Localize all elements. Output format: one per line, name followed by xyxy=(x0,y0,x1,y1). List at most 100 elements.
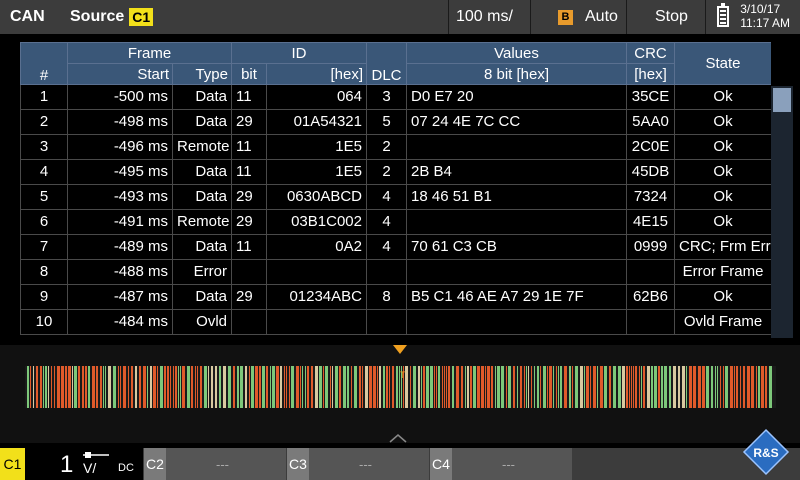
cell-dlc: 2 xyxy=(366,134,407,160)
chevron-up-icon[interactable] xyxy=(388,432,408,444)
waveform-bit xyxy=(219,366,221,408)
waveform-bit xyxy=(339,366,341,408)
table-row[interactable]: 4 -495 ms Data 11 1E5 2 2B B4 45DB Ok xyxy=(20,159,771,185)
waveform-bit xyxy=(497,366,500,408)
waveform-bit xyxy=(325,366,328,408)
waveform-bit xyxy=(302,366,303,408)
col-group-crc: CRC xyxy=(626,42,675,64)
table-scrollbar[interactable] xyxy=(771,86,793,338)
waveform-bit xyxy=(51,366,52,408)
table-row[interactable]: 10 -484 ms Ovld Ovld Frame xyxy=(20,309,771,335)
table-row[interactable]: 5 -493 ms Data 29 0630ABCD 4 18 46 51 B1 7324 Ok xyxy=(20,184,771,210)
col-header-crc-sub: [hex] xyxy=(626,63,675,85)
cell-values: 70 61 C3 CB xyxy=(406,234,627,260)
cell-type: Data xyxy=(172,84,232,110)
waveform-bit xyxy=(743,366,745,408)
cell-hex xyxy=(266,309,367,335)
waveform-bit xyxy=(487,366,490,408)
cell-num: 3 xyxy=(20,134,68,160)
waveform-bit xyxy=(495,366,496,408)
waveform-bit xyxy=(664,366,667,408)
waveform-bit xyxy=(180,366,181,408)
battery-icon xyxy=(717,3,729,27)
table-row[interactable]: 6 -491 ms Remote 29 03B1C002 4 4E15 Ok xyxy=(20,209,771,235)
waveform-bit xyxy=(769,366,772,408)
cell-type: Remote xyxy=(172,209,232,235)
table-row[interactable]: 2 -498 ms Data 29 01A54321 5 07 24 4E 7C CC 5AA… xyxy=(20,109,771,135)
col-header-bit: bit xyxy=(231,63,267,85)
trigger-mode-display[interactable]: B Auto xyxy=(558,0,618,34)
waveform-bit xyxy=(730,366,733,408)
cell-start: -498 ms xyxy=(67,109,173,135)
waveform-bit xyxy=(725,366,728,408)
waveform-bit xyxy=(296,366,299,408)
table-row[interactable]: 3 -496 ms Remote 11 1E5 2 2C0E Ok xyxy=(20,134,771,160)
channel-c4-tab[interactable]: C4 xyxy=(430,448,452,480)
decode-table: # Frame ID DLC Values CRC State Start Ty… xyxy=(20,42,771,335)
waveform-bit xyxy=(68,366,71,408)
channel-c3-settings[interactable]: --- xyxy=(309,448,429,480)
cell-crc: 7324 xyxy=(626,184,675,210)
channel-c2-tab[interactable]: C2 xyxy=(144,448,166,480)
cell-hex: 064 xyxy=(266,84,367,110)
top-status-bar: CAN Source C1 100 ms/ B Auto Stop 3/10/1… xyxy=(0,0,800,34)
trigger-position-marker[interactable] xyxy=(393,345,407,354)
waveform-bit xyxy=(673,366,676,408)
channel-c1-settings[interactable]: 1 V/ DC xyxy=(25,448,143,480)
waveform-bit xyxy=(720,366,721,408)
waveform-bit xyxy=(711,366,713,408)
cell-state: Ok xyxy=(674,109,771,135)
waveform-bit xyxy=(580,366,583,408)
waveform-bit xyxy=(569,366,571,408)
cell-values: 2B B4 xyxy=(406,159,627,185)
waveform-bit xyxy=(413,366,416,408)
channel-c4-settings[interactable]: --- xyxy=(452,448,572,480)
svg-text:R&S: R&S xyxy=(753,446,778,460)
trigger-marker-label: T xyxy=(400,370,406,380)
waveform-bit xyxy=(456,366,459,408)
cell-type: Data xyxy=(172,184,232,210)
source-selector[interactable]: Source C1 xyxy=(70,0,154,34)
waveform-bit xyxy=(245,366,247,408)
waveform-bit xyxy=(396,366,398,408)
cell-type: Data xyxy=(172,284,232,310)
waveform-bit xyxy=(54,366,55,408)
channel-c2-settings[interactable]: --- xyxy=(166,448,286,480)
cell-hex: 03B1C002 xyxy=(266,209,367,235)
rs-logo-icon[interactable]: R&S xyxy=(742,428,790,476)
channel-c3-tab[interactable]: C3 xyxy=(287,448,309,480)
table-row[interactable]: 8 -488 ms Error Error Frame xyxy=(20,259,771,285)
table-row[interactable]: 9 -487 ms Data 29 01234ABC 8 B5 C1 46 AE A7 29… xyxy=(20,284,771,310)
table-row[interactable]: 1 -500 ms Data 11 064 3 D0 E7 20 35CE Ok xyxy=(20,84,771,110)
waveform-bit xyxy=(448,366,450,408)
waveform-bit xyxy=(332,366,333,408)
waveform-bit xyxy=(36,366,38,408)
waveform-bit xyxy=(473,366,476,408)
waveform-bit xyxy=(736,366,738,408)
waveform-bit xyxy=(651,366,653,408)
waveform-bit xyxy=(100,366,102,408)
col-group-frame: Frame xyxy=(67,42,232,64)
run-stop-button[interactable]: Stop xyxy=(655,0,688,34)
cell-type: Data xyxy=(172,234,232,260)
cell-bit: 29 xyxy=(231,284,267,310)
c1-scale-value: 1 xyxy=(60,451,74,478)
waveform-bit xyxy=(315,366,318,408)
waveform-bit xyxy=(113,366,116,408)
waveform-bit xyxy=(534,366,535,408)
waveform-bit xyxy=(467,366,469,408)
protocol-label[interactable]: CAN xyxy=(10,0,45,34)
table-row[interactable]: 7 -489 ms Data 11 0A2 4 70 61 C3 CB 0999 CRC; Fr… xyxy=(20,234,771,260)
waveform-bit xyxy=(547,366,548,408)
timebase-display[interactable]: 100 ms/ xyxy=(456,0,513,34)
col-header-num: # xyxy=(20,42,68,85)
waveform-bit xyxy=(351,366,352,408)
cell-num: 7 xyxy=(20,234,68,260)
col-header-start: Start xyxy=(67,63,173,85)
cell-hex: 0A2 xyxy=(266,234,367,260)
scrollbar-thumb[interactable] xyxy=(773,88,791,112)
waveform-bit xyxy=(178,366,179,408)
cell-crc: 45DB xyxy=(626,159,675,185)
waveform-bit xyxy=(761,366,764,408)
channel-c1-tab[interactable]: C1 xyxy=(0,448,25,480)
